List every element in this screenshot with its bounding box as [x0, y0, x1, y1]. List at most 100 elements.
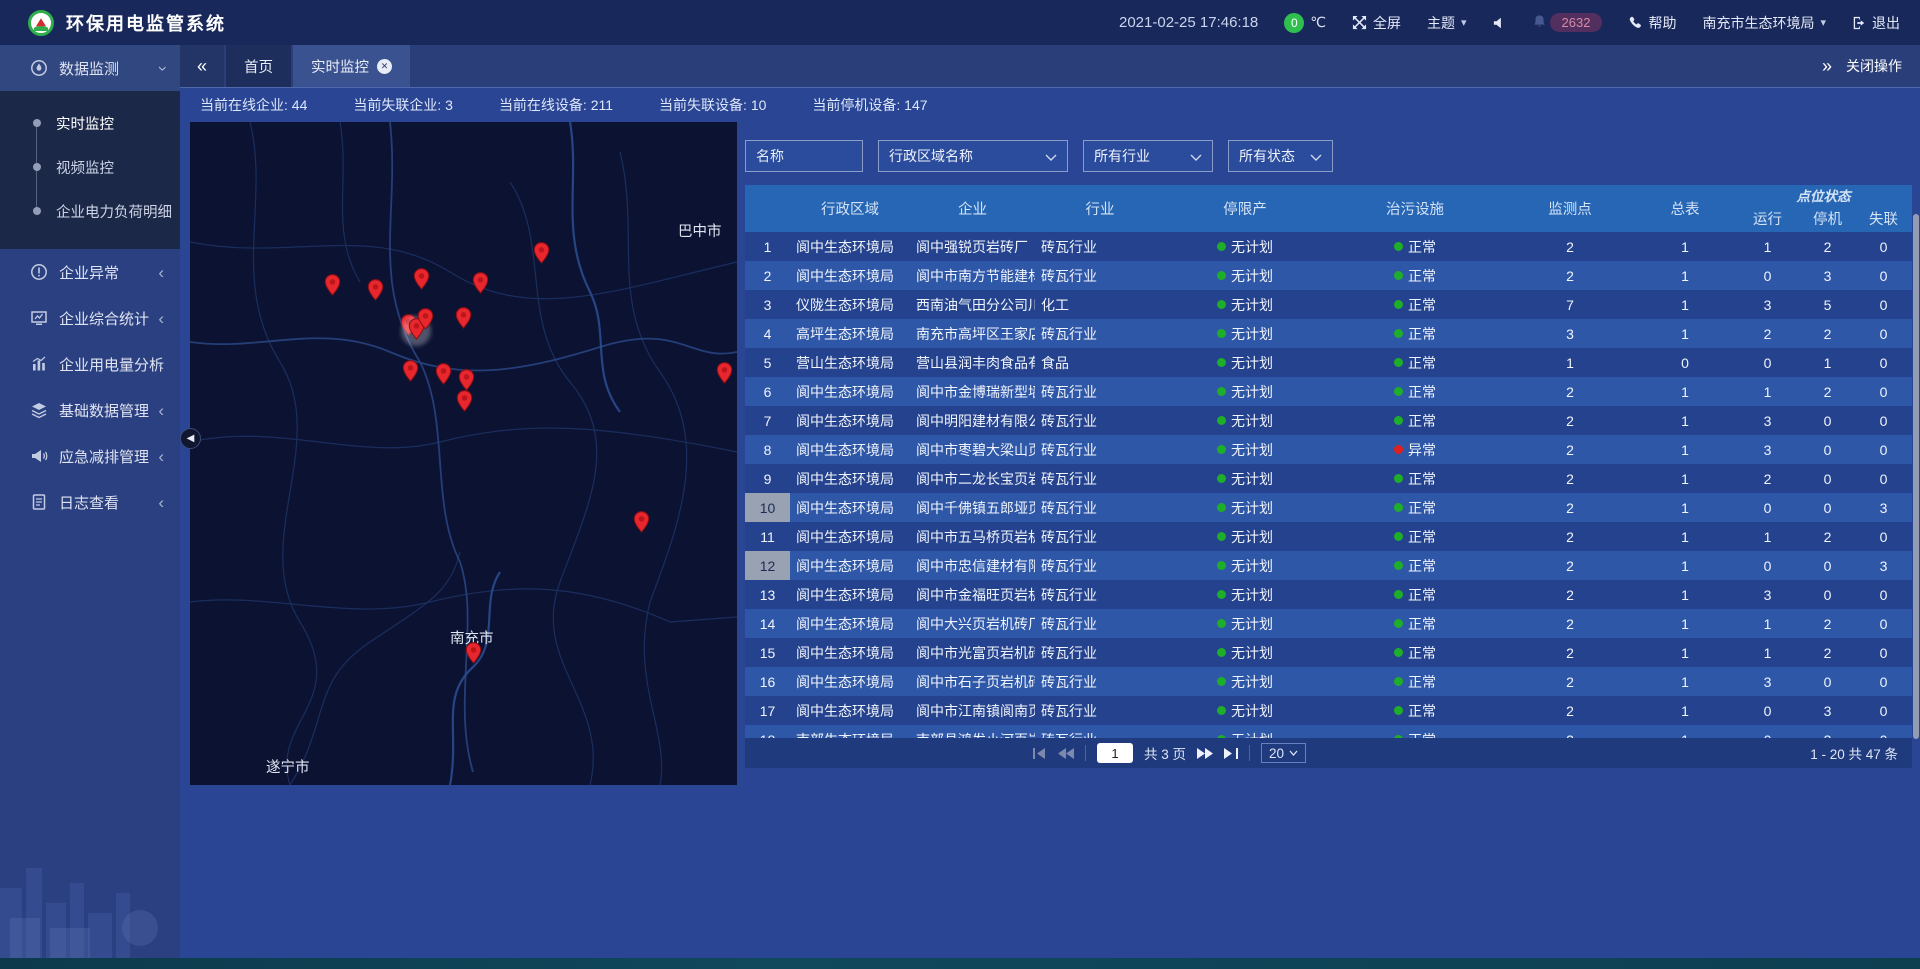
page-size-select[interactable]: 20 [1261, 743, 1306, 763]
cell-industry: 砖瓦行业 [1035, 324, 1165, 344]
map-pin-icon[interactable] [458, 369, 475, 391]
close-circle-icon[interactable]: ✕ [377, 59, 392, 74]
table-row[interactable]: 12阆中生态环境局阆中市忠信建材有限公砖瓦行业无计划正常21003 [745, 551, 1912, 580]
cell-industry: 砖瓦行业 [1035, 469, 1165, 489]
cell-lost: 0 [1855, 674, 1912, 690]
sidebar-item-ent-power[interactable]: 企业用电量分析‹ [0, 341, 180, 387]
table-row[interactable]: 8阆中生态环境局阆中市枣碧大梁山页岩砖瓦行业无计划异常21300 [745, 435, 1912, 464]
last-page-button[interactable] [1224, 748, 1238, 759]
status-dot-green [1217, 706, 1226, 715]
map-pin-icon[interactable] [533, 242, 550, 264]
map-pin-icon[interactable] [413, 268, 430, 290]
map-pin-icon[interactable] [324, 274, 341, 296]
cell-limit-status: 无计划 [1165, 498, 1325, 518]
status-dot-green [1217, 416, 1226, 425]
enterprise-table: 行政区域 企业 行业 停限产 治污设施 监测点 总表 点位状态 运行 停机 失联 [745, 185, 1912, 768]
help-button[interactable]: 帮助 [1628, 13, 1676, 33]
bar-chart-icon [30, 355, 48, 373]
pager-divider [1249, 745, 1250, 761]
exit-button[interactable]: 退出 [1852, 13, 1900, 33]
sidebar-item-ent-abnormal[interactable]: 企业异常‹ [0, 249, 180, 295]
vertical-scrollbar[interactable] [1913, 214, 1919, 739]
collapse-left-icon[interactable]: ◀ [180, 428, 201, 449]
table-row[interactable]: 17阆中生态环境局阆中市江南镇阆南页岩砖瓦行业无计划正常21030 [745, 696, 1912, 725]
table-row[interactable]: 18南部生态环境局南部县鸿发小河页岩砖砖瓦行业无计划正常21030 [745, 725, 1912, 738]
next-page-button[interactable] [1197, 748, 1213, 759]
cell-lost: 0 [1855, 703, 1912, 719]
bottom-edge-strip [0, 958, 1920, 969]
col-header-company: 企业 [958, 198, 987, 219]
first-page-button[interactable] [1033, 748, 1047, 759]
notification-area[interactable]: 2632 [1533, 13, 1603, 32]
cell-region: 阆中生态环境局 [790, 614, 910, 634]
sound-toggle[interactable] [1493, 16, 1507, 30]
map-pin-icon[interactable] [716, 362, 733, 384]
cell-running: 0 [1735, 355, 1800, 371]
col-group-point-status: 点位状态 [1797, 185, 1851, 205]
table-row[interactable]: 5营山生态环境局营山县润丰肉食品有限食品无计划正常10010 [745, 348, 1912, 377]
sidebar-subitem-video[interactable]: 视频监控 [0, 145, 180, 189]
map-pin-icon[interactable] [367, 279, 384, 301]
sidebar-subitem-realtime[interactable]: 实时监控 [0, 101, 180, 145]
map-pin-icon[interactable] [435, 363, 452, 385]
table-row[interactable]: 15阆中生态环境局阆中市光富页岩机砖厂砖瓦行业无计划正常21120 [745, 638, 1912, 667]
map-city-label: 遂宁市 [266, 756, 310, 777]
table-row[interactable]: 14阆中生态环境局阆中大兴页岩机砖厂砖瓦行业无计划正常21120 [745, 609, 1912, 638]
table-body: 1阆中生态环境局阆中强锐页岩砖厂砖瓦行业无计划正常211202阆中生态环境局阆中… [745, 232, 1912, 738]
table-row[interactable]: 4高坪生态环境局南充市高坪区王家店建砖瓦行业无计划正常31220 [745, 319, 1912, 348]
map-pin-icon[interactable] [402, 360, 419, 382]
table-row[interactable]: 2阆中生态环境局阆中市南方节能建材有砖瓦行业无计划正常21030 [745, 261, 1912, 290]
close-operations-button[interactable]: 关闭操作 [1846, 56, 1902, 76]
table-row[interactable]: 7阆中生态环境局阆中明阳建材有限公司砖瓦行业无计划正常21300 [745, 406, 1912, 435]
sidebar-item-emergency[interactable]: 应急减排管理‹ [0, 433, 180, 479]
sidebar-item-base-data[interactable]: 基础数据管理‹ [0, 387, 180, 433]
table-row[interactable]: 1阆中生态环境局阆中强锐页岩砖厂砖瓦行业无计划正常21120 [745, 232, 1912, 261]
map-pin-icon[interactable] [472, 272, 489, 294]
tabs-scroll-left-button[interactable]: « [180, 45, 224, 87]
cell-stopped: 3 [1800, 703, 1855, 719]
row-number: 12 [745, 551, 790, 580]
sidebar-item-logs[interactable]: 日志查看‹ [0, 479, 180, 525]
map-pin-icon[interactable] [633, 511, 650, 533]
industry-filter-select[interactable]: 所有行业 [1083, 140, 1213, 172]
map-pin-icon[interactable] [456, 390, 473, 412]
cell-industry: 砖瓦行业 [1035, 411, 1165, 431]
org-dropdown[interactable]: 南充市生态环境局 ▾ [1702, 13, 1826, 33]
table-row[interactable]: 16阆中生态环境局阆中市石子页岩机砖厂砖瓦行业无计划正常21300 [745, 667, 1912, 696]
tabs-scroll-right-button[interactable]: » [1822, 56, 1832, 77]
sidebar-subitem-power-load[interactable]: 企业电力负荷明细 [0, 189, 180, 233]
table-row[interactable]: 3仪陇生态环境局西南油气田分公司川中化工无计划正常71350 [745, 290, 1912, 319]
page-number-input[interactable]: 1 [1097, 743, 1133, 763]
cell-limit-status: 无计划 [1165, 469, 1325, 489]
sidebar-item-label: 企业异常 [59, 262, 119, 283]
map-panel[interactable]: 巴中市南充市遂宁市 [190, 122, 737, 785]
map-pin-icon[interactable] [455, 307, 472, 329]
notification-count-badge: 2632 [1550, 13, 1603, 32]
cell-treatment-status: 正常 [1325, 614, 1505, 634]
sidebar-item-data-monitor[interactable]: 数据监测‹ [0, 45, 180, 91]
table-row[interactable]: 10阆中生态环境局阆中千佛镇五郎垭页岩砖瓦行业无计划正常21003 [745, 493, 1912, 522]
theme-dropdown[interactable]: 主题 ▾ [1427, 13, 1467, 33]
fullscreen-button[interactable]: 全屏 [1352, 13, 1401, 33]
table-row[interactable]: 11阆中生态环境局阆中市五马桥页岩机砖砖瓦行业无计划正常21120 [745, 522, 1912, 551]
table-row[interactable]: 13阆中生态环境局阆中市金福旺页岩机砖砖瓦行业无计划正常21300 [745, 580, 1912, 609]
tab-home[interactable]: 首页 [226, 45, 291, 87]
table-row[interactable]: 6阆中生态环境局阆中市金博瑞新型墙材砖瓦行业无计划正常21120 [745, 377, 1912, 406]
region-filter-select[interactable]: 行政区域名称 [878, 140, 1068, 172]
name-filter-input[interactable] [745, 140, 863, 172]
cell-stopped: 2 [1800, 616, 1855, 632]
row-number: 5 [745, 348, 790, 377]
status-filter-select[interactable]: 所有状态 [1228, 140, 1333, 172]
prev-page-button[interactable] [1058, 748, 1074, 759]
map-pin-icon[interactable] [465, 642, 482, 664]
pagination-bar: 1 共 3 页 20 [745, 738, 1912, 768]
log-icon [30, 493, 48, 511]
tab-realtime[interactable]: 实时监控✕ [293, 45, 410, 87]
table-row[interactable]: 9阆中生态环境局阆中市二龙长宝页岩砖砖瓦行业无计划正常21200 [745, 464, 1912, 493]
cell-monitor-points: 2 [1505, 413, 1635, 429]
status-dot-green [1217, 387, 1226, 396]
map-pin-icon[interactable] [417, 308, 434, 330]
col-header-monitor: 监测点 [1548, 198, 1592, 219]
sidebar-item-ent-stats[interactable]: 企业综合统计‹ [0, 295, 180, 341]
cell-treatment-status: 正常 [1325, 266, 1505, 286]
